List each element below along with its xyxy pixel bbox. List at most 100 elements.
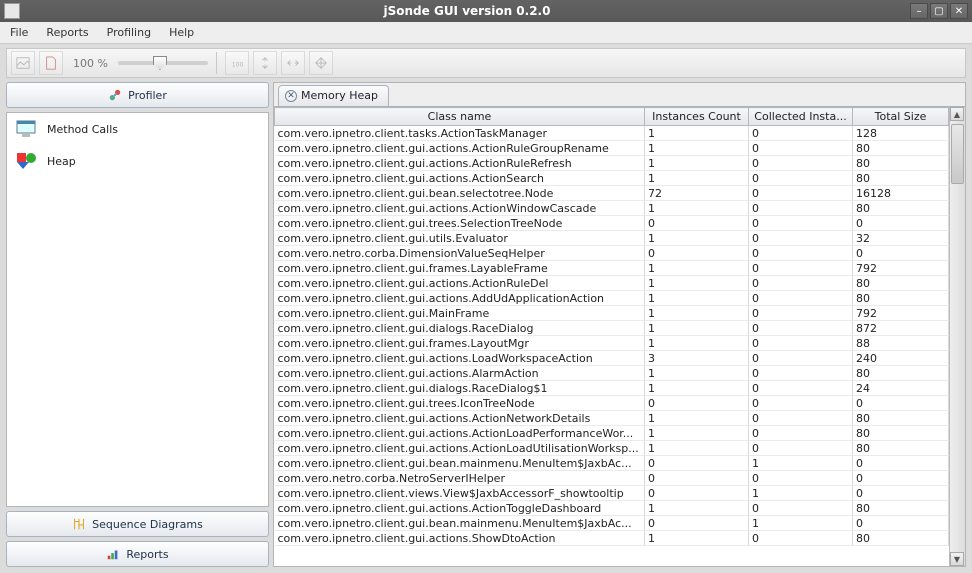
cell-total: 24 (853, 381, 949, 396)
cell-total: 0 (853, 246, 949, 261)
menu-reports[interactable]: Reports (42, 24, 92, 41)
vertical-scrollbar[interactable]: ▲ ▼ (949, 107, 965, 566)
menu-profiling[interactable]: Profiling (103, 24, 155, 41)
maximize-button[interactable]: ▢ (930, 3, 948, 19)
table-row[interactable]: com.vero.ipnetro.client.gui.actions.Alar… (275, 366, 949, 381)
profiler-icon (108, 88, 122, 102)
table-row[interactable]: com.vero.ipnetro.client.gui.frames.Layab… (275, 261, 949, 276)
table-row[interactable]: com.vero.ipnetro.client.gui.actions.Load… (275, 351, 949, 366)
col-total-size[interactable]: Total Size (853, 108, 949, 126)
table-row[interactable]: com.vero.ipnetro.client.gui.dialogs.Race… (275, 381, 949, 396)
cell-instances: 1 (645, 501, 749, 516)
tab-row: ✕ Memory Heap (274, 83, 965, 106)
collapse-vertical-button[interactable] (253, 51, 277, 75)
table-row[interactable]: com.vero.ipnetro.client.gui.bean.mainmen… (275, 456, 949, 471)
col-collected-instances[interactable]: Collected Insta... (749, 108, 853, 126)
table-row[interactable]: com.vero.ipnetro.client.gui.utils.Evalua… (275, 231, 949, 246)
cell-collected: 0 (749, 471, 853, 486)
cell-collected: 0 (749, 336, 853, 351)
window-title: jSonde GUI version 0.2.0 (26, 4, 908, 18)
cell-total: 80 (853, 171, 949, 186)
sequence-diagrams-button[interactable]: Sequence Diagrams (6, 511, 269, 537)
cell-total: 240 (853, 351, 949, 366)
cell-class-name: com.vero.ipnetro.client.gui.actions.AddU… (275, 291, 645, 306)
col-instances-count[interactable]: Instances Count (645, 108, 749, 126)
menu-help[interactable]: Help (165, 24, 198, 41)
export-pdf-button[interactable] (39, 51, 63, 75)
table-row[interactable]: com.vero.ipnetro.client.gui.actions.AddU… (275, 291, 949, 306)
scroll-down-arrow[interactable]: ▼ (950, 552, 964, 566)
table-row[interactable]: com.vero.ipnetro.client.gui.actions.Acti… (275, 426, 949, 441)
table-row[interactable]: com.vero.ipnetro.client.gui.actions.Acti… (275, 441, 949, 456)
table-row[interactable]: com.vero.ipnetro.client.gui.frames.Layou… (275, 336, 949, 351)
shapes-icon (15, 151, 39, 171)
table-row[interactable]: com.vero.ipnetro.client.gui.actions.Acti… (275, 171, 949, 186)
table-container: Class name Instances Count Collected Ins… (274, 106, 965, 566)
zoom-actual-button[interactable]: 100 (225, 51, 249, 75)
scroll-up-arrow[interactable]: ▲ (950, 107, 964, 121)
zoom-slider[interactable] (118, 61, 208, 65)
cell-total: 80 (853, 201, 949, 216)
table-row[interactable]: com.vero.ipnetro.client.gui.trees.IconTr… (275, 396, 949, 411)
cell-total: 16128 (853, 186, 949, 201)
cell-instances: 72 (645, 186, 749, 201)
table-row[interactable]: com.vero.ipnetro.client.gui.actions.Acti… (275, 201, 949, 216)
table-row[interactable]: com.vero.ipnetro.client.gui.bean.selecto… (275, 186, 949, 201)
cell-instances: 1 (645, 276, 749, 291)
profiler-list: Method Calls Heap (6, 112, 269, 507)
table-row[interactable]: com.vero.ipnetro.client.views.View$JaxbA… (275, 486, 949, 501)
picture-icon (16, 56, 30, 70)
list-item-heap[interactable]: Heap (7, 145, 268, 177)
collapse-horizontal-button[interactable] (281, 51, 305, 75)
scroll-thumb[interactable] (951, 124, 964, 184)
cell-instances: 1 (645, 531, 749, 546)
menu-file[interactable]: File (6, 24, 32, 41)
close-tab-icon[interactable]: ✕ (285, 90, 297, 102)
cell-class-name: com.vero.ipnetro.client.tasks.ActionTask… (275, 126, 645, 141)
table-row[interactable]: com.vero.netro.corba.DimensionValueSeqHe… (275, 246, 949, 261)
table-row[interactable]: com.vero.ipnetro.client.gui.actions.Show… (275, 531, 949, 546)
cell-collected: 0 (749, 441, 853, 456)
cell-instances: 1 (645, 171, 749, 186)
cell-instances: 1 (645, 426, 749, 441)
cell-instances: 1 (645, 441, 749, 456)
sequence-icon (72, 517, 86, 531)
table-row[interactable]: com.vero.ipnetro.client.gui.actions.Acti… (275, 156, 949, 171)
table-row[interactable]: com.vero.netro.corba.NetroServerIHelper0… (275, 471, 949, 486)
cell-total: 0 (853, 216, 949, 231)
expand-button[interactable] (309, 51, 333, 75)
table-row[interactable]: com.vero.ipnetro.client.gui.actions.Acti… (275, 276, 949, 291)
cell-class-name: com.vero.ipnetro.client.gui.actions.Show… (275, 531, 645, 546)
col-class-name[interactable]: Class name (275, 108, 645, 126)
cell-instances: 1 (645, 126, 749, 141)
table-row[interactable]: com.vero.ipnetro.client.gui.dialogs.Race… (275, 321, 949, 336)
close-button[interactable]: ✕ (950, 3, 968, 19)
table-row[interactable]: com.vero.ipnetro.client.gui.trees.Select… (275, 216, 949, 231)
table-row[interactable]: com.vero.ipnetro.client.gui.actions.Acti… (275, 411, 949, 426)
slider-thumb[interactable] (153, 56, 167, 70)
list-item-method-calls[interactable]: Method Calls (7, 113, 268, 145)
table-row[interactable]: com.vero.ipnetro.client.gui.MainFrame107… (275, 306, 949, 321)
cell-collected: 0 (749, 306, 853, 321)
app-icon (4, 3, 20, 19)
cell-total: 80 (853, 411, 949, 426)
cell-class-name: com.vero.ipnetro.client.gui.utils.Evalua… (275, 231, 645, 246)
cell-instances: 0 (645, 216, 749, 231)
cell-total: 0 (853, 516, 949, 531)
table-row[interactable]: com.vero.ipnetro.client.tasks.ActionTask… (275, 126, 949, 141)
table-row[interactable]: com.vero.ipnetro.client.gui.bean.mainmen… (275, 516, 949, 531)
zoom-label: 100 % (73, 57, 108, 70)
export-image-button[interactable] (11, 51, 35, 75)
cell-instances: 1 (645, 201, 749, 216)
reports-button[interactable]: Reports (6, 541, 269, 567)
minimize-button[interactable]: – (910, 3, 928, 19)
sidebar: Profiler Method Calls Heap Sequence Diag… (6, 82, 269, 567)
cell-total: 80 (853, 141, 949, 156)
profiler-toggle-button[interactable]: Profiler (6, 82, 269, 108)
cell-class-name: com.vero.ipnetro.client.gui.actions.Acti… (275, 411, 645, 426)
table-row[interactable]: com.vero.ipnetro.client.gui.actions.Acti… (275, 141, 949, 156)
cell-total: 792 (853, 261, 949, 276)
menubar: File Reports Profiling Help (0, 22, 972, 44)
table-row[interactable]: com.vero.ipnetro.client.gui.actions.Acti… (275, 501, 949, 516)
tab-memory-heap[interactable]: ✕ Memory Heap (278, 85, 389, 106)
